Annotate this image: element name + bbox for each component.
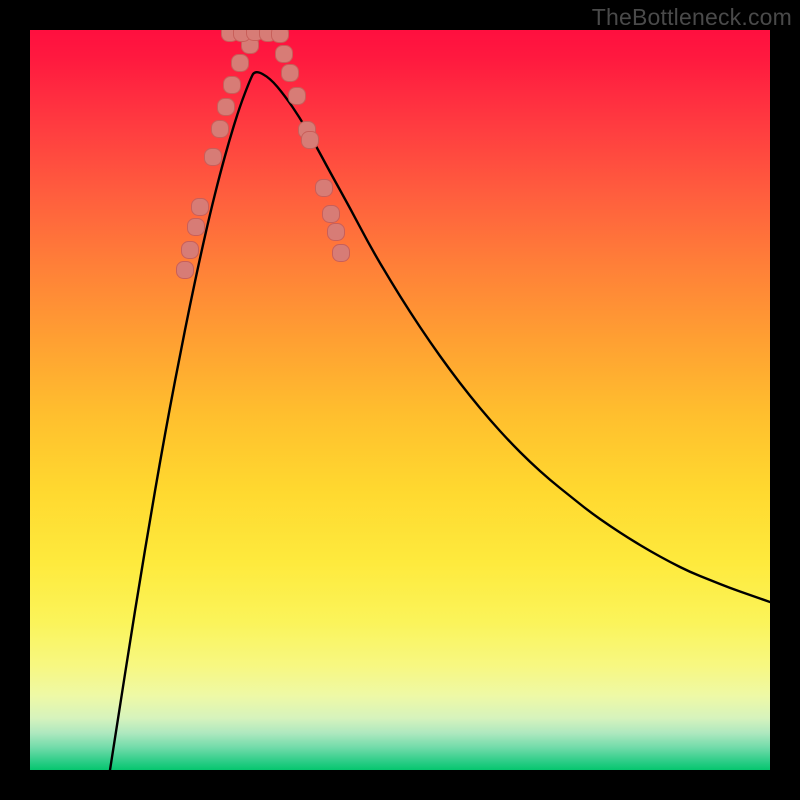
marker-point [212, 121, 229, 138]
marker-point [316, 180, 333, 197]
marker-point [272, 30, 289, 43]
marker-point [188, 219, 205, 236]
marker-point [218, 99, 235, 116]
plot-area [30, 30, 770, 770]
marker-point [232, 55, 249, 72]
marker-point [289, 88, 306, 105]
marker-point [192, 199, 209, 216]
marker-point [333, 245, 350, 262]
marker-point [328, 224, 345, 241]
marker-point [205, 149, 222, 166]
marker-point [276, 46, 293, 63]
curve-layer [30, 30, 770, 770]
marker-point [224, 77, 241, 94]
watermark-text: TheBottleneck.com [592, 4, 792, 31]
marker-point [323, 206, 340, 223]
bottleneck-curve [110, 72, 770, 770]
marker-point [182, 242, 199, 259]
marker-point [282, 65, 299, 82]
marker-point [302, 132, 319, 149]
chart-frame: TheBottleneck.com [0, 0, 800, 800]
marker-point [177, 262, 194, 279]
marker-group [177, 30, 350, 279]
